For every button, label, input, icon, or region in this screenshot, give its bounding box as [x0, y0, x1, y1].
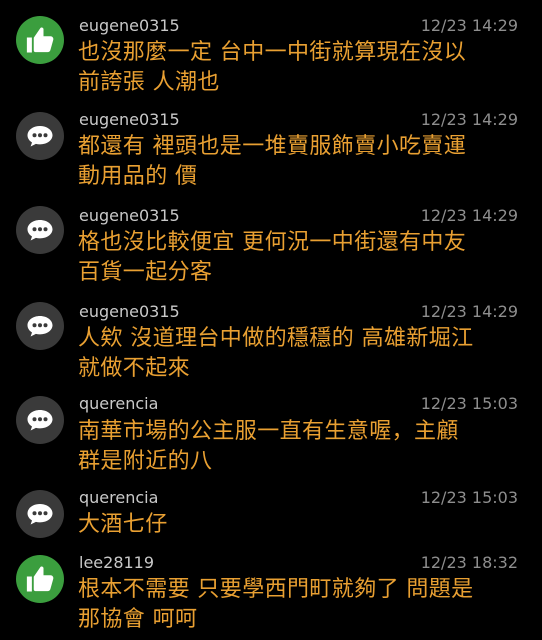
comment-timestamp: 12/23 14:29: [420, 110, 518, 129]
comment-line: 也沒那麼一定 台中一中街就算現在沒以: [78, 40, 467, 65]
thumbs-up-icon: [25, 564, 55, 594]
comment-content: 也沒那麼一定 台中一中街就算現在沒以 前誇張 人潮也: [78, 38, 518, 98]
comment-line: 動用品的 價: [78, 164, 198, 189]
avatar[interactable]: [16, 112, 64, 160]
avatar[interactable]: [16, 206, 64, 254]
comment-timestamp: 12/23 14:29: [420, 16, 518, 35]
comment-item: lee28119 12/23 18:32 根本不需要 只要學西門町就夠了 問題是…: [0, 548, 542, 640]
comment-username[interactable]: querencia: [79, 394, 158, 414]
avatar[interactable]: [16, 490, 64, 538]
speech-bubble-icon: [26, 314, 54, 338]
comment-content: 大酒七仔: [78, 510, 518, 540]
comment-line: 百貨一起分客: [78, 260, 213, 285]
comment-item: eugene0315 12/23 14:29 也沒那麼一定 台中一中街就算現在沒…: [0, 0, 542, 98]
comment-line: 就做不起來: [78, 356, 191, 381]
comment-line: 根本不需要 只要學西門町就夠了 問題是: [78, 577, 474, 602]
speech-bubble-icon: [26, 124, 54, 148]
comment-timestamp: 12/23 18:32: [420, 553, 518, 572]
comment-item: eugene0315 12/23 14:29 人欸 沒道理台中做的穩穩的 高雄新…: [0, 290, 542, 386]
comment-list: eugene0315 12/23 14:29 也沒那麼一定 台中一中街就算現在沒…: [0, 0, 542, 640]
avatar[interactable]: [16, 16, 64, 64]
comment-username[interactable]: lee28119: [79, 553, 154, 573]
comment-content: 根本不需要 只要學西門町就夠了 問題是 那協會 呵呵: [78, 575, 518, 635]
comment-item: eugene0315 12/23 14:29 格也沒比較便宜 更何況一中街還有中…: [0, 194, 542, 290]
comment-timestamp: 12/23 15:03: [420, 394, 518, 413]
speech-bubble-icon: [26, 218, 54, 242]
comment-item: eugene0315 12/23 14:29 都還有 裡頭也是一堆賣服飾賣小吃賣…: [0, 98, 542, 194]
comment-line: 前誇張 人潮也: [78, 70, 220, 95]
comment-username[interactable]: querencia: [79, 488, 158, 508]
thumbs-up-icon: [25, 25, 55, 55]
avatar[interactable]: [16, 302, 64, 350]
comment-timestamp: 12/23 15:03: [420, 488, 518, 507]
speech-bubble-icon: [26, 408, 54, 432]
comment-line: 人欸 沒道理台中做的穩穩的 高雄新堀江: [78, 326, 474, 351]
speech-bubble-icon: [26, 502, 54, 526]
comment-line: 那協會 呵呵: [78, 607, 198, 632]
comment-content: 格也沒比較便宜 更何況一中街還有中友 百貨一起分客: [78, 228, 518, 288]
comment-content: 都還有 裡頭也是一堆賣服飾賣小吃賣運 動用品的 價: [78, 132, 518, 192]
comment-line: 南華市場的公主服一直有生意喔，主顧: [78, 419, 459, 444]
comment-timestamp: 12/23 14:29: [420, 302, 518, 321]
comment-content: 南華市場的公主服一直有生意喔，主顧 群是附近的八: [78, 417, 518, 477]
comment-content: 人欸 沒道理台中做的穩穩的 高雄新堀江 就做不起來: [78, 324, 518, 384]
comment-item: querencia 12/23 15:03 南華市場的公主服一直有生意喔，主顧 …: [0, 386, 542, 482]
comment-timestamp: 12/23 14:29: [420, 206, 518, 225]
comment-line: 都還有 裡頭也是一堆賣服飾賣小吃賣運: [78, 134, 467, 159]
comment-username[interactable]: eugene0315: [79, 110, 180, 130]
avatar[interactable]: [16, 555, 64, 603]
comment-item: querencia 12/23 15:03 大酒七仔: [0, 482, 542, 548]
avatar[interactable]: [16, 396, 64, 444]
comment-line: 格也沒比較便宜 更何況一中街還有中友: [78, 230, 467, 255]
comment-username[interactable]: eugene0315: [79, 16, 180, 36]
comment-username[interactable]: eugene0315: [79, 302, 180, 322]
comment-username[interactable]: eugene0315: [79, 206, 180, 226]
comment-line: 大酒七仔: [78, 512, 168, 537]
comment-line: 群是附近的八: [78, 449, 213, 474]
